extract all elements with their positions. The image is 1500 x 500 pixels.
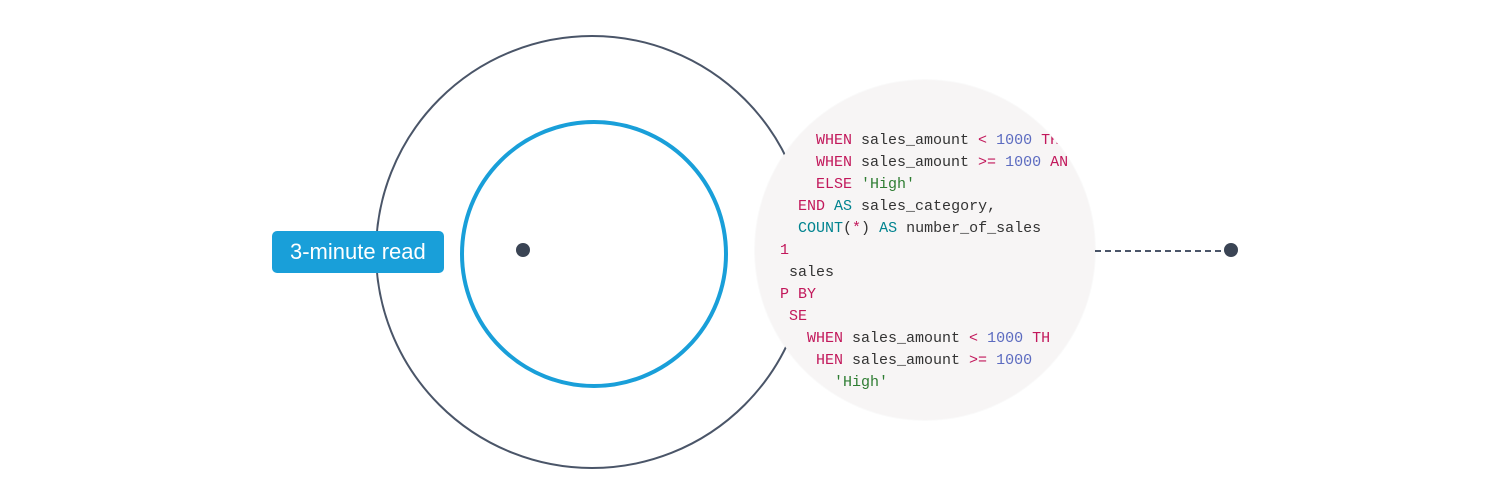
diagram-stage: WHEN sales_amount < 1000 TH WHEN sales_a…: [0, 0, 1500, 500]
read-time-badge: 3-minute read: [272, 231, 444, 273]
axis-dot: [516, 243, 530, 257]
inner-ring: [460, 120, 728, 388]
code-snippet: WHEN sales_amount < 1000 TH WHEN sales_a…: [780, 130, 1068, 394]
axis-dot: [1224, 243, 1238, 257]
read-time-label: 3-minute read: [290, 239, 426, 264]
code-snippet-circle: WHEN sales_amount < 1000 TH WHEN sales_a…: [755, 80, 1095, 420]
